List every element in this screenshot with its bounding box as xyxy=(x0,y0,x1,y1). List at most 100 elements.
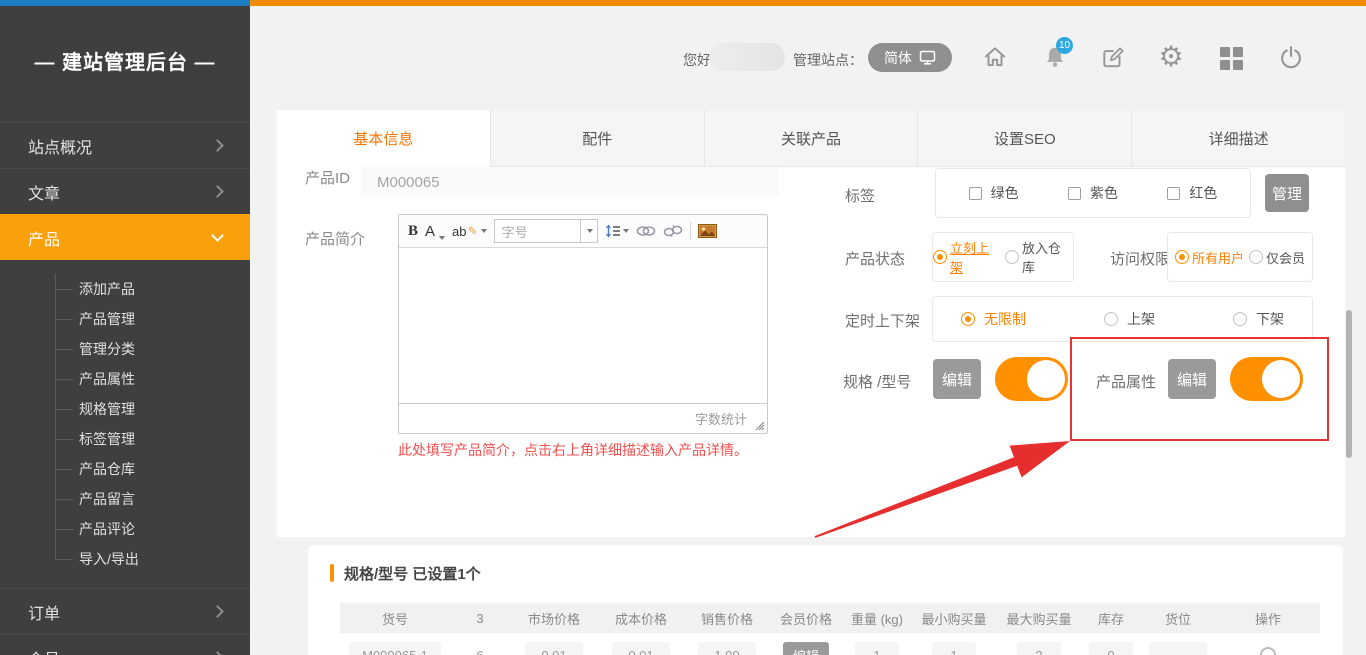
product-id-label: 产品ID xyxy=(305,167,350,188)
location-input[interactable] xyxy=(1149,642,1207,655)
sidebar-item-orders[interactable]: 订单 xyxy=(0,588,250,634)
tab-basic-info[interactable]: 基本信息 xyxy=(277,110,491,167)
checkbox[interactable] xyxy=(969,187,982,200)
sidebar: — 建站管理后台 — 站点概况 文章 产品 添加产品 产品管理 管理分类 产品属… xyxy=(0,6,250,655)
sidebar-subitem-product-attr[interactable]: 产品属性 xyxy=(0,364,250,394)
tab-detail-description[interactable]: 详细描述 xyxy=(1132,110,1345,167)
spec-model-label: 规格 /型号 xyxy=(843,371,911,392)
radio-selected[interactable] xyxy=(933,250,947,264)
highlight-button[interactable]: ab✎ xyxy=(452,224,487,239)
sidebar-subitem-import-export[interactable]: 导入/导出 xyxy=(0,544,250,574)
sidebar-subitem-product-manage[interactable]: 产品管理 xyxy=(0,304,250,334)
manage-tags-button[interactable]: 管理 xyxy=(1265,174,1309,212)
grid-apps-icon[interactable] xyxy=(1218,45,1244,71)
link-button[interactable] xyxy=(636,225,656,237)
sidebar-subitem-warehouse[interactable]: 产品仓库 xyxy=(0,454,250,484)
font-size-select[interactable]: 字号 xyxy=(494,219,598,243)
min-qty-input[interactable] xyxy=(932,642,976,655)
radio-selected[interactable] xyxy=(1175,250,1189,264)
edit-icon[interactable] xyxy=(1100,44,1126,70)
sku-input[interactable] xyxy=(349,642,441,655)
language-label: 简体 xyxy=(884,48,912,68)
schedule-option-unlimited[interactable]: 无限制 xyxy=(961,309,1026,329)
member-price-edit-button[interactable]: 编辑 xyxy=(783,642,829,655)
schedule-box: 无限制 上架 下架 xyxy=(932,296,1313,342)
schedule-label: 定时上下架 xyxy=(845,310,920,331)
spec-edit-button[interactable]: 编辑 xyxy=(933,359,981,399)
bold-button[interactable]: B xyxy=(408,223,418,240)
font-color-button[interactable]: A xyxy=(425,223,445,240)
tag-option-green[interactable]: 绿色 xyxy=(969,183,1019,203)
sidebar-item-products[interactable]: 产品 xyxy=(0,214,250,260)
radio-selected[interactable] xyxy=(961,312,975,326)
intro-hint-text: 此处填写产品简介，点击右上角详细描述输入产品详情。 xyxy=(398,440,748,460)
status-option-warehouse[interactable]: 放入仓库 xyxy=(1005,238,1073,276)
radio[interactable] xyxy=(1233,312,1247,326)
col-stock: 库存 xyxy=(1082,609,1140,628)
disable-row-icon[interactable] xyxy=(1260,647,1276,655)
attr-edit-button[interactable]: 编辑 xyxy=(1168,359,1216,399)
tree-tick xyxy=(55,499,73,500)
line-spacing-button[interactable] xyxy=(605,224,629,238)
language-button[interactable]: 简体 xyxy=(868,43,952,72)
schedule-option-off-shelf[interactable]: 下架 xyxy=(1233,309,1284,329)
resize-grip[interactable] xyxy=(754,420,765,431)
caret-icon xyxy=(623,229,629,233)
tree-tick xyxy=(55,529,73,530)
tag-option-purple[interactable]: 紫色 xyxy=(1068,183,1118,203)
sidebar-item-label: 会员 xyxy=(28,646,60,655)
sidebar-subitem-category-manage[interactable]: 管理分类 xyxy=(0,334,250,364)
cost-price-input[interactable] xyxy=(612,642,670,655)
tab-accessories[interactable]: 配件 xyxy=(491,110,705,167)
redacted-username xyxy=(709,43,785,71)
spec-table-row: 6 编辑 xyxy=(340,640,1320,655)
tag-option-red[interactable]: 红色 xyxy=(1167,183,1217,203)
bell-icon[interactable]: 10 xyxy=(1042,44,1068,70)
attr-toggle-on[interactable] xyxy=(1230,357,1303,401)
sidebar-subitem-messages[interactable]: 产品留言 xyxy=(0,484,250,514)
chevron-right-icon xyxy=(211,185,224,198)
sidebar-item-label: 产品 xyxy=(28,226,60,250)
home-icon[interactable] xyxy=(982,44,1008,70)
schedule-option-on-shelf[interactable]: 上架 xyxy=(1104,309,1155,329)
stock-input[interactable] xyxy=(1089,642,1133,655)
checkbox[interactable] xyxy=(1167,187,1180,200)
radio[interactable] xyxy=(1104,312,1118,326)
radio[interactable] xyxy=(1249,250,1263,264)
tab-bar: 基本信息 配件 关联产品 设置SEO 详细描述 xyxy=(277,110,1345,167)
weight-input[interactable] xyxy=(855,642,899,655)
spec-toggle-on[interactable] xyxy=(995,357,1068,401)
product-status-label: 产品状态 xyxy=(845,248,905,269)
col-spec: 3 xyxy=(450,611,510,626)
tab-seo[interactable]: 设置SEO xyxy=(918,110,1132,167)
power-icon[interactable] xyxy=(1278,44,1304,70)
status-option-on-shelf[interactable]: 立刻上架 xyxy=(933,238,1001,276)
sidebar-subitem-spec-manage[interactable]: 规格管理 xyxy=(0,394,250,424)
market-price-input[interactable] xyxy=(525,642,583,655)
sidebar-item-members[interactable]: 会员 xyxy=(0,634,250,655)
sidebar-subitem-add-product[interactable]: 添加产品 xyxy=(0,274,250,304)
unlink-button[interactable] xyxy=(663,224,683,238)
editor-body[interactable] xyxy=(399,248,767,403)
access-box: 所有用户 仅会员 xyxy=(1167,232,1313,282)
chevron-right-icon xyxy=(211,605,224,618)
access-option-members-only[interactable]: 仅会员 xyxy=(1249,248,1305,267)
tab-related-products[interactable]: 关联产品 xyxy=(705,110,919,167)
access-option-all-users[interactable]: 所有用户 xyxy=(1175,248,1244,267)
product-id-input[interactable] xyxy=(361,167,779,197)
sidebar-item-label: 订单 xyxy=(28,600,60,624)
insert-image-button[interactable] xyxy=(698,224,717,238)
checkbox[interactable] xyxy=(1068,187,1081,200)
gear-icon[interactable]: ⚙ xyxy=(1158,44,1184,70)
max-qty-input[interactable] xyxy=(1017,642,1061,655)
sidebar-subitem-tag-manage[interactable]: 标签管理 xyxy=(0,424,250,454)
sale-price-input[interactable] xyxy=(698,642,756,655)
sidebar-item-site-overview[interactable]: 站点概况 xyxy=(0,122,250,168)
radio[interactable] xyxy=(1005,250,1019,264)
vertical-scrollbar-thumb[interactable] xyxy=(1346,310,1352,458)
word-count: 字数统计 xyxy=(695,409,747,428)
sidebar-item-articles[interactable]: 文章 xyxy=(0,168,250,214)
products-submenu: 添加产品 产品管理 管理分类 产品属性 规格管理 标签管理 产品仓库 产品留言 … xyxy=(0,260,250,588)
tags-label: 标签 xyxy=(845,185,875,206)
sidebar-subitem-reviews[interactable]: 产品评论 xyxy=(0,514,250,544)
